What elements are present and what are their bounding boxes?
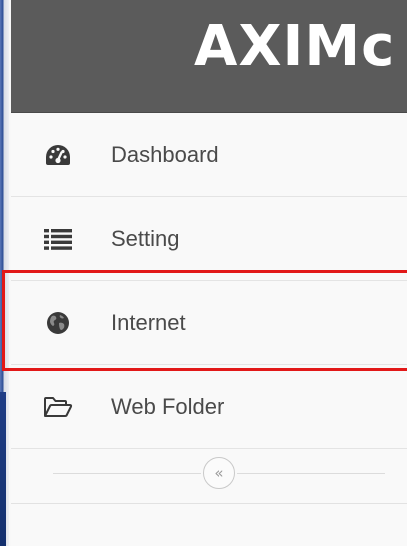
sidebar-item-label: Web Folder xyxy=(111,393,225,419)
list-icon xyxy=(43,224,73,254)
brand-logo: AXIMc xyxy=(194,14,396,79)
divider xyxy=(53,473,201,474)
window-frame-edge-dark xyxy=(0,392,6,546)
collapse-sidebar-button[interactable]: « xyxy=(203,457,235,489)
sidebar-header: AXIMc xyxy=(11,0,407,113)
sidebar-item-label: Internet xyxy=(111,309,186,335)
divider xyxy=(237,473,385,474)
sidebar-item-label: Dashboard xyxy=(111,141,219,167)
folder-open-icon xyxy=(43,392,73,422)
divider xyxy=(11,503,407,504)
sidebar-collapse-row: « xyxy=(11,448,407,500)
sidebar-item-label: Setting xyxy=(111,225,180,251)
globe-icon xyxy=(43,308,73,338)
sidebar-item-web-folder[interactable]: Web Folder xyxy=(11,365,407,449)
sidebar-item-setting[interactable]: Setting xyxy=(11,197,407,281)
sidebar-item-dashboard[interactable]: Dashboard xyxy=(11,113,407,197)
sidebar-item-internet[interactable]: Internet xyxy=(11,281,407,365)
dashboard-icon xyxy=(43,140,73,170)
